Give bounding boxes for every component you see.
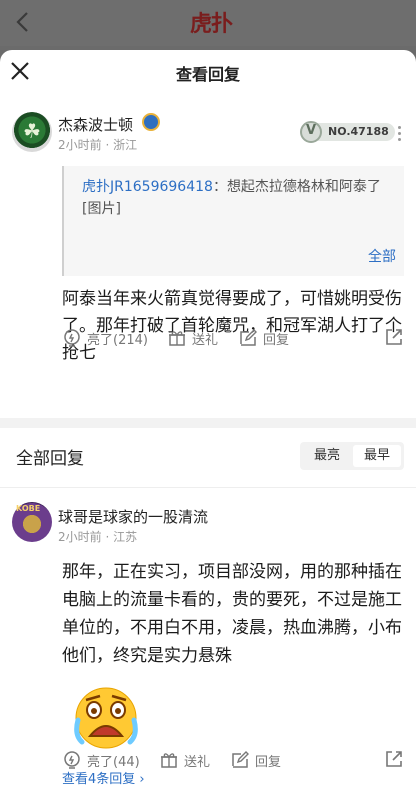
vip-number: NO.47188: [318, 123, 395, 141]
quote-separator: ：: [212, 179, 227, 195]
gift-icon: [169, 331, 185, 346]
quoted-username[interactable]: 虎扑JR1659696418: [82, 179, 213, 195]
quoted-comment[interactable]: 虎扑JR1659696418：想起杰拉德格林和阿泰了[图片] 全部: [62, 166, 404, 276]
more-options-icon[interactable]: [396, 126, 402, 144]
username[interactable]: 杰森波士顿: [58, 114, 133, 135]
vip-badge[interactable]: NO.47188: [300, 121, 395, 143]
edit-icon: [240, 329, 257, 346]
avatar-logo-text: KOBE: [16, 504, 41, 513]
reply-button[interactable]: 回复: [230, 749, 281, 771]
crying-emoji-sticker: [74, 687, 138, 749]
top-nav-bar: 虎扑: [0, 0, 416, 46]
sort-toggle: 最亮 最早: [300, 442, 404, 470]
like-button[interactable]: 亮了(214): [62, 327, 148, 349]
sort-option-earliest[interactable]: 最早: [353, 445, 401, 467]
section-divider: [0, 418, 416, 428]
avatar[interactable]: [12, 112, 52, 152]
reply-button[interactable]: 回复: [238, 327, 289, 349]
reply-sheet: 查看回复 杰森波士顿 2小时前 · 浙江 NO.47188 虎扑JR165969…: [0, 50, 416, 787]
gift-button[interactable]: 送礼: [159, 749, 210, 771]
edit-icon: [232, 751, 249, 768]
comment-meta: 2小时前 · 浙江: [58, 138, 138, 152]
username[interactable]: 球哥是球家的一股清流: [58, 506, 208, 527]
back-arrow-icon[interactable]: [10, 8, 38, 36]
gift-button[interactable]: 送礼: [167, 327, 218, 349]
vip-shield-icon: [300, 121, 322, 143]
avatar[interactable]: KOBE: [12, 502, 52, 542]
reply-label: 回复: [263, 332, 290, 348]
gift-label: 送礼: [192, 332, 219, 348]
like-count: 亮了(44): [87, 754, 140, 770]
app-logo: 虎扑: [190, 12, 233, 37]
gift-icon: [161, 753, 177, 768]
comment-actions: 亮了(214) 送礼 回复: [62, 327, 406, 349]
sheet-header: 查看回复: [0, 50, 416, 94]
share-icon[interactable]: [384, 749, 404, 769]
sheet-title: 查看回复: [175, 65, 240, 84]
comment-actions: 亮了(44) 送礼 回复: [62, 749, 406, 771]
like-button[interactable]: 亮了(44): [62, 749, 140, 771]
light-bulb-icon: [64, 751, 80, 769]
comment-meta: 2小时前 · 江苏: [58, 530, 138, 544]
like-count: 亮了(214): [87, 332, 148, 348]
sort-option-hottest[interactable]: 最亮: [303, 445, 351, 467]
gift-label: 送礼: [184, 754, 211, 770]
team-badge-icon: [142, 113, 160, 131]
expand-quote-link[interactable]: 全部: [362, 246, 396, 268]
light-bulb-icon: [64, 329, 80, 347]
divider-line: [0, 487, 416, 488]
reply-label: 回复: [255, 754, 282, 770]
share-icon[interactable]: [384, 327, 404, 347]
comment-body: 那年，正在实习，项目部没网，用的那种插在电脑上的流量卡看的，贵的要死，不过是施工…: [62, 562, 402, 666]
all-replies-heading: 全部回复: [16, 449, 84, 469]
